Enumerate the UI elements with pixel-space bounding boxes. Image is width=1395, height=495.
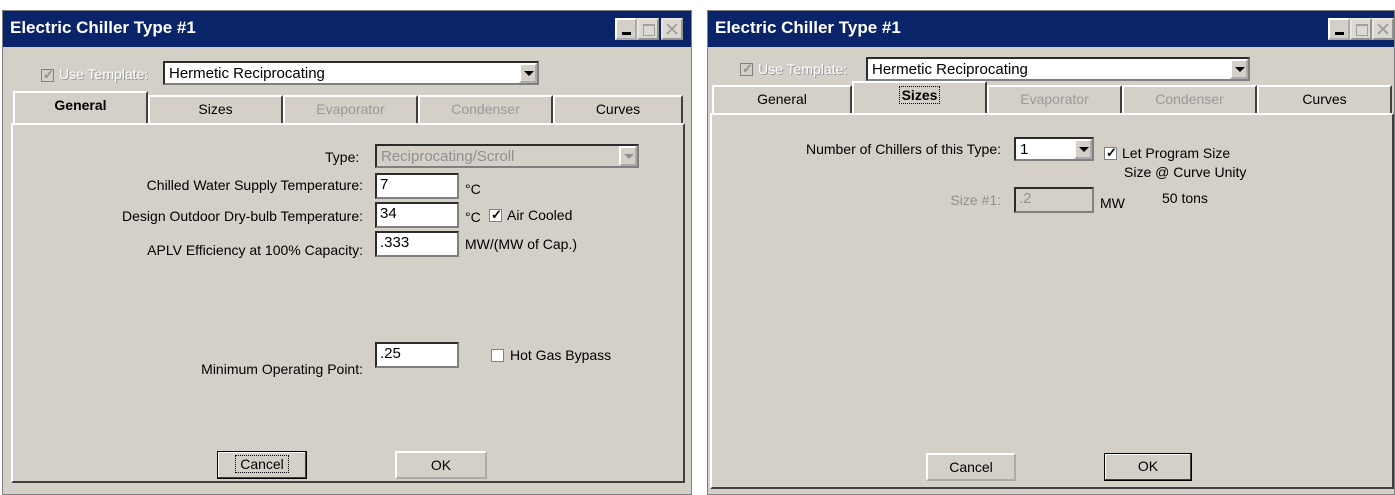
aplv-unit: MW/(MW of Cap.) — [465, 236, 577, 252]
use-template-checkbox: ✓ — [41, 67, 54, 82]
title-bar[interactable]: Electric Chiller Type #1 — [708, 11, 1394, 47]
close-icon — [1372, 18, 1394, 40]
min-operating-input[interactable]: .25 — [375, 342, 459, 368]
tab-evaporator: Evaporator — [283, 95, 418, 123]
type-select: Reciprocating/Scroll — [375, 144, 639, 168]
sizes-panel — [710, 113, 1394, 489]
number-of-chillers-select[interactable]: 1 — [1014, 137, 1094, 161]
template-select[interactable]: Hermetic Reciprocating — [866, 57, 1250, 81]
let-program-size-label: Let Program Size — [1122, 145, 1231, 161]
type-value: Reciprocating/Scroll — [381, 148, 515, 165]
use-template-label: Use Template: — [758, 61, 848, 77]
ok-button[interactable]: OK — [395, 451, 487, 479]
curve-unity-label: Size @ Curve Unity — [1124, 164, 1247, 180]
chiller-window-general: Electric Chiller Type #1 ✓ Use Template:… — [2, 10, 692, 495]
number-of-chillers-value: 1 — [1020, 141, 1029, 158]
tab-evaporator: Evaporator — [987, 85, 1122, 113]
chevron-down-icon[interactable] — [1074, 139, 1092, 159]
chevron-down-icon[interactable] — [1230, 59, 1248, 79]
window-title: Electric Chiller Type #1 — [715, 18, 901, 37]
chilled-water-input[interactable]: 7 — [375, 173, 459, 199]
chevron-down-icon — [619, 146, 637, 166]
tons-value: 50 tons — [1162, 190, 1208, 206]
aplv-label: APLV Efficiency at 100% Capacity: — [147, 242, 363, 258]
hot-gas-bypass-label: Hot Gas Bypass — [510, 347, 612, 363]
ok-button[interactable]: OK — [1104, 453, 1192, 481]
maximize-icon — [637, 18, 659, 40]
template-value: Hermetic Reciprocating — [872, 61, 1028, 78]
chilled-water-unit: °C — [465, 181, 481, 197]
type-label: Type: — [325, 149, 360, 165]
close-icon — [661, 18, 683, 40]
outdoor-temp-unit: °C — [465, 209, 481, 225]
tab-curves[interactable]: Curves — [553, 95, 683, 123]
outdoor-temp-input[interactable]: 34 — [375, 202, 459, 228]
chilled-water-label: Chilled Water Supply Temperature: — [146, 177, 363, 193]
template-value: Hermetic Reciprocating — [169, 65, 325, 82]
cancel-button[interactable]: Cancel — [926, 453, 1016, 481]
minimize-icon[interactable] — [615, 18, 637, 40]
tab-condenser: Condenser — [1122, 85, 1257, 113]
template-select[interactable]: Hermetic Reciprocating — [163, 61, 539, 85]
maximize-icon — [1350, 18, 1372, 40]
tab-general[interactable]: General — [712, 85, 852, 113]
tab-sizes[interactable]: Sizes — [852, 81, 987, 113]
hot-gas-bypass-checkbox[interactable] — [491, 349, 504, 362]
air-cooled-checkbox[interactable]: ✓ — [489, 207, 502, 222]
number-of-chillers-label: Number of Chillers of this Type: — [805, 141, 1001, 157]
tab-general[interactable]: General — [13, 91, 148, 123]
let-program-size-checkbox[interactable]: ✓ — [1104, 145, 1117, 160]
outdoor-temp-label: Design Outdoor Dry-bulb Temperature: — [122, 208, 363, 224]
aplv-input[interactable]: .333 — [375, 231, 459, 257]
window-title: Electric Chiller Type #1 — [10, 18, 196, 37]
min-operating-label: Minimum Operating Point: — [201, 361, 363, 377]
size-unit: MW — [1100, 195, 1125, 211]
cancel-button[interactable]: Cancel — [217, 451, 307, 479]
tab-curves[interactable]: Curves — [1257, 85, 1392, 113]
chevron-down-icon[interactable] — [519, 63, 537, 83]
chiller-window-sizes: Electric Chiller Type #1 ✓ Use Template:… — [707, 10, 1395, 495]
tab-condenser: Condenser — [418, 95, 553, 123]
minimize-icon[interactable] — [1328, 18, 1350, 40]
tab-sizes[interactable]: Sizes — [148, 95, 283, 123]
size-input: .2 — [1014, 187, 1094, 213]
use-template-checkbox: ✓ — [740, 61, 753, 76]
air-cooled-label: Air Cooled — [507, 207, 573, 223]
use-template-label: Use Template: — [59, 66, 149, 82]
size-label: Size #1: — [950, 192, 1001, 208]
title-bar[interactable]: Electric Chiller Type #1 — [3, 11, 691, 47]
